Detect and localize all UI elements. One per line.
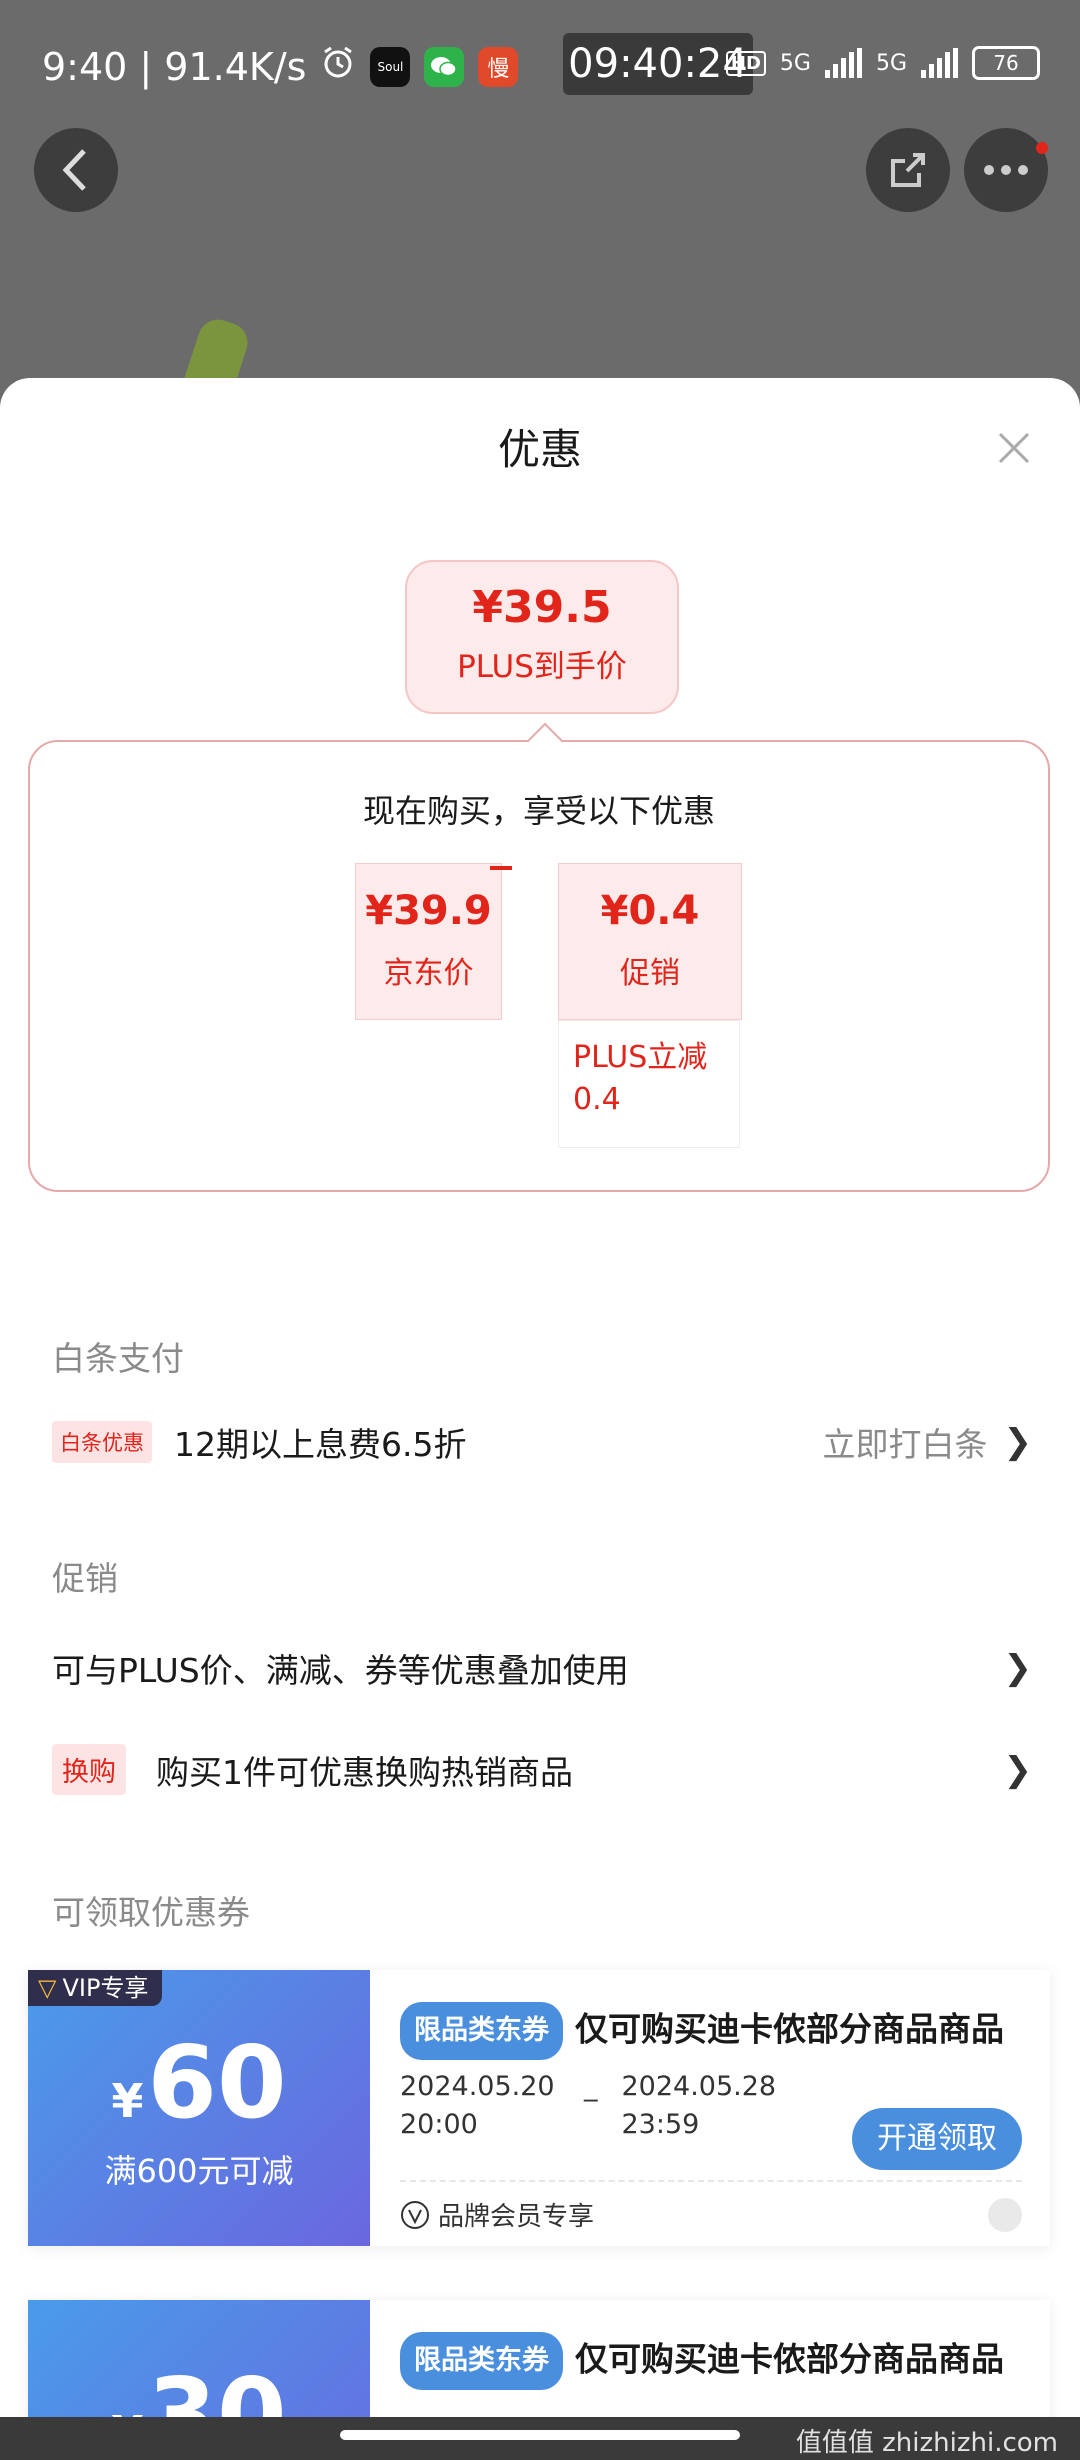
jd-price: ¥39.9: [365, 888, 492, 934]
final-price: ¥39.5: [472, 582, 612, 633]
share-button[interactable]: [866, 128, 950, 212]
notification-dot: [1036, 142, 1048, 154]
chevron-left-icon: [62, 149, 86, 191]
watermark: 值值值 zhizhizhi.com: [795, 2428, 1058, 2458]
hd-icon: HD: [725, 50, 766, 76]
date-start: 2024.05.20 20:00: [400, 2071, 555, 2140]
more-icon: [984, 165, 1028, 175]
chevron-right-icon: ❯: [1003, 1422, 1033, 1462]
promo-section-title: 促销: [52, 1559, 118, 1598]
battery-icon: 76: [972, 46, 1040, 80]
status-bar: 9:40 | 91.4K/s Soul 慢 09:40:24 HD 5G 5G …: [0, 0, 1080, 130]
close-button[interactable]: [992, 426, 1036, 470]
signal-icon-2: [921, 48, 958, 78]
coupon-title: 限品类东券 仅可购买迪卡侬部分商品商品: [400, 2002, 1030, 2060]
signal-icon: [824, 48, 862, 78]
home-indicator[interactable]: [340, 2430, 740, 2440]
claim-button[interactable]: 开通领取: [852, 2108, 1022, 2170]
price-breakdown: 现在购买，享受以下优惠: [28, 722, 1050, 1192]
chevron-right-icon: ❯: [1003, 1749, 1033, 1790]
status-right: HD 5G 5G 76: [725, 46, 1040, 80]
baitiao-text: 12期以上息费6.5折: [174, 1425, 467, 1464]
coupon-title: 限品类东券 仅可购买迪卡侬部分商品商品: [400, 2332, 1030, 2390]
discount-sheet: 优惠 ¥39.5 PLUS到手价 现在购买，享受以下优惠 ¥39.9 京东价 ¥…: [0, 378, 1080, 2460]
promo-detail: PLUS立减0.4: [558, 1020, 740, 1148]
baitiao-action[interactable]: 立即打白条: [823, 1418, 988, 1466]
coupon-condition: 满600元可减: [104, 2152, 294, 2190]
promo-amount: ¥0.4: [600, 888, 700, 934]
close-icon: [998, 432, 1030, 464]
coupon-section-title: 可领取优惠券: [52, 1893, 250, 1932]
breakdown-heading: 现在购买，享受以下优惠: [362, 792, 715, 830]
alarm-icon: [320, 44, 356, 89]
exchange-tag: 换购: [52, 1744, 126, 1795]
promo-item-exchange[interactable]: 换购 购买1件可优惠换购热销商品 ❯: [52, 1744, 1032, 1795]
divider: [400, 2180, 1022, 2182]
wechat-icon: [424, 46, 465, 87]
notch: [526, 722, 564, 760]
soul-app-icon: Soul: [370, 46, 411, 87]
jd-price-label: 京东价: [383, 956, 474, 991]
coupon-card: ¥60 满600元可减 ▽ VIP专享 限品类东券 仅可购买迪卡侬部分商品商品 20…: [28, 1970, 1050, 2246]
baitiao-row[interactable]: 白条优惠 12期以上息费6.5折 立即打白条 ❯: [52, 1418, 1032, 1466]
baitiao-tag: 白条优惠: [52, 1421, 152, 1463]
date-end: 2024.05.28 23:59: [621, 2071, 777, 2140]
status-left: 9:40 | 91.4K/s Soul 慢: [42, 44, 519, 89]
promo-item-stack[interactable]: 可与PLUS价、满减、券等优惠叠加使用 ❯: [52, 1644, 1032, 1692]
coupon-stub: ¥60 满600元可减: [28, 1970, 370, 2246]
expand-icon[interactable]: [988, 2198, 1022, 2232]
exchange-text: 购买1件可优惠换购热销商品: [156, 1752, 573, 1792]
net-label-1: 5G: [779, 50, 811, 76]
date-sep: _: [584, 2071, 598, 2102]
more-button[interactable]: [964, 128, 1048, 212]
time-overlay: 09:40:24: [563, 33, 753, 95]
promo-label: 促销: [620, 956, 680, 991]
chevron-right-icon: ❯: [1003, 1648, 1033, 1688]
coupon-body: 限品类东券 仅可购买迪卡侬部分商品商品: [400, 2332, 1030, 2390]
final-price-box: ¥39.5 PLUS到手价: [405, 560, 679, 714]
jd-price-box: ¥39.9 京东价: [355, 863, 502, 1020]
minus-sign: [490, 866, 512, 870]
slow-app-icon: 慢: [478, 46, 519, 87]
brand-member-note: 品牌会员专享: [400, 2196, 594, 2233]
share-icon: [891, 153, 925, 187]
promo-box: ¥0.4 促销: [558, 863, 742, 1020]
sheet-title: 优惠: [497, 425, 582, 474]
category-tag: 限品类东券: [400, 2002, 563, 2060]
category-tag: 限品类东券: [400, 2332, 563, 2390]
back-button[interactable]: [34, 128, 118, 212]
vip-badge: ▽ VIP专享: [28, 1970, 163, 2006]
promo-item-text: 可与PLUS价、满减、券等优惠叠加使用: [52, 1651, 629, 1690]
brand-member-icon: [401, 2200, 429, 2229]
coupon-amount: ¥60: [111, 2024, 287, 2141]
baitiao-section-title: 白条支付: [52, 1339, 184, 1378]
vip-icon: ▽: [38, 1974, 57, 2002]
status-clock-speed: 9:40 | 91.4K/s: [42, 44, 307, 89]
final-price-label: PLUS到手价: [457, 649, 627, 685]
net-label-2: 5G: [875, 50, 907, 76]
